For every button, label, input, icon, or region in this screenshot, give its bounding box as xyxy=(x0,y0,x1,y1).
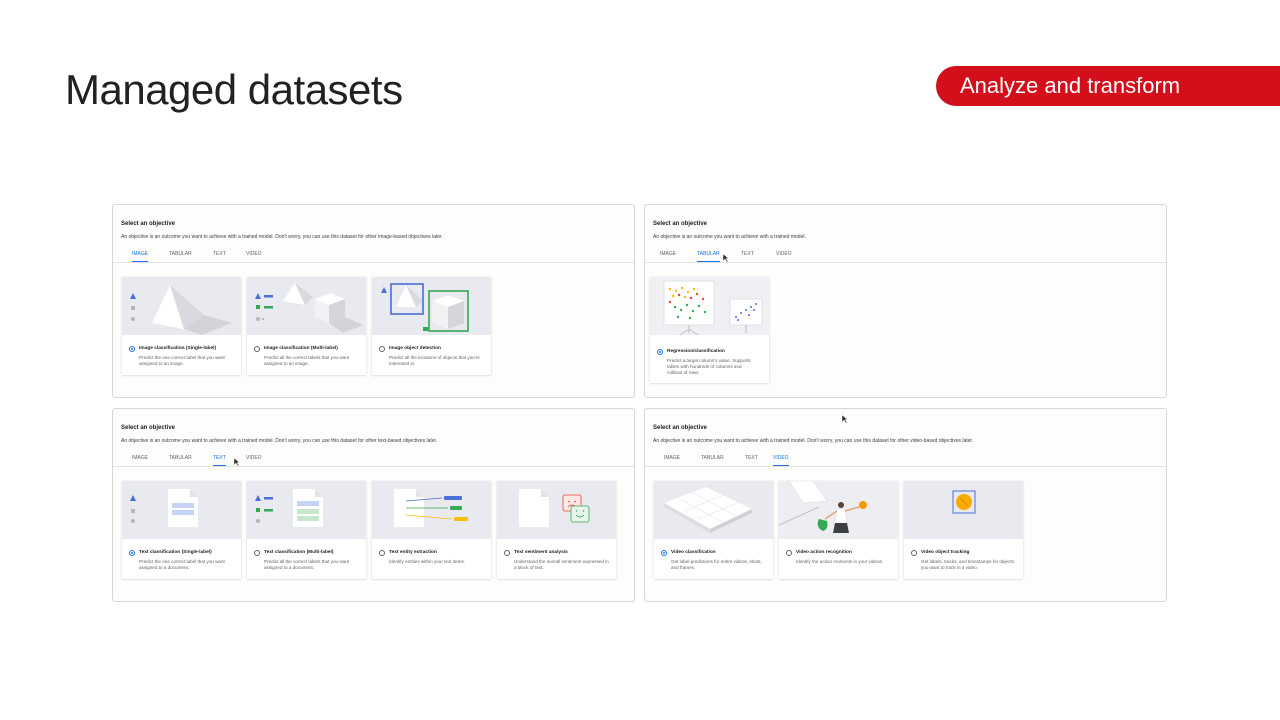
card-description: Predict all the locations of objects tha… xyxy=(389,355,480,366)
card-image-object-detection[interactable]: Image object detection Predict all the l… xyxy=(372,277,491,375)
card-description: Predict a target column's value. Support… xyxy=(667,358,751,375)
card-description: Identify the action moments in your vide… xyxy=(796,559,884,564)
multi-document-illustration xyxy=(247,481,366,539)
card-description: Predict all the correct labels that you … xyxy=(264,355,350,366)
tab-video[interactable]: VIDEO xyxy=(776,251,792,261)
card-text-classification-multi[interactable]: Text classification (Multi-label) Predic… xyxy=(247,481,366,579)
document-illustration xyxy=(122,481,241,539)
tab-tabular[interactable]: TABULAR xyxy=(169,455,192,465)
card-description: Understand the overall sentiment express… xyxy=(514,559,609,570)
tab-text[interactable]: TEXT xyxy=(213,251,226,261)
radio-button[interactable] xyxy=(379,550,385,556)
panel-description: An objective is an outcome you want to a… xyxy=(653,438,974,444)
card-title: Regression/classification xyxy=(667,349,725,354)
mouse-cursor-icon xyxy=(234,458,240,466)
tab-tabular[interactable]: TABULAR xyxy=(169,251,192,261)
card-video-object-tracking[interactable]: Video object tracking Get labels, tracks… xyxy=(904,481,1023,579)
radio-button[interactable] xyxy=(129,550,135,556)
slide-title: Managed datasets xyxy=(65,66,403,113)
panel-title: Select an objective xyxy=(121,425,176,431)
entity-extraction-illustration xyxy=(372,481,491,539)
video-frames-illustration xyxy=(654,481,773,539)
card-description: Predict the one correct label that you w… xyxy=(139,559,225,570)
text-objective-panel: Select an objective An objective is an o… xyxy=(112,408,635,602)
card-title: Text entity extraction xyxy=(389,550,437,555)
card-video-action-recognition[interactable]: Video action recognition Identify the ac… xyxy=(779,481,898,579)
tab-tabular[interactable]: TABULAR xyxy=(697,251,720,262)
tab-image[interactable]: IMAGE xyxy=(132,251,149,262)
card-description: Get label predictions for entire videos,… xyxy=(671,559,762,570)
tab-video[interactable]: VIDEO xyxy=(246,455,262,465)
multi-shape-illustration xyxy=(247,277,366,335)
mouse-cursor-icon xyxy=(842,415,848,423)
panel-description: An objective is an outcome you want to a… xyxy=(121,234,443,240)
panel-description: An objective is an outcome you want to a… xyxy=(653,234,806,240)
tab-video[interactable]: VIDEO xyxy=(246,251,262,261)
tab-text[interactable]: TEXT xyxy=(213,455,226,466)
card-description: Identify entities within your text items… xyxy=(389,559,466,564)
card-description: Get labels, tracks, and timestamps for o… xyxy=(921,559,1014,570)
card-title: Video object tracking xyxy=(921,550,970,555)
radio-button[interactable] xyxy=(129,346,135,352)
radio-button[interactable] xyxy=(911,550,917,556)
panel-title: Select an objective xyxy=(121,221,176,227)
card-title: Image classification (Multi-label) xyxy=(264,346,338,351)
card-video-classification[interactable]: Video classification Get label predictio… xyxy=(654,481,773,579)
radio-button[interactable] xyxy=(504,550,510,556)
tab-bar: IMAGE TABULAR TEXT VIDEO xyxy=(113,453,634,467)
card-text-sentiment-analysis[interactable]: Text sentiment analysis Understand the o… xyxy=(497,481,616,579)
panel-description: An objective is an outcome you want to a… xyxy=(121,438,438,444)
tab-image[interactable]: IMAGE xyxy=(132,455,148,465)
object-detection-illustration xyxy=(372,277,491,335)
card-image-classification-single[interactable]: Image classification (Single-label) Pred… xyxy=(122,277,241,375)
pyramid-illustration xyxy=(122,277,241,335)
tab-tabular[interactable]: TABULAR xyxy=(701,455,724,465)
radio-button[interactable] xyxy=(661,550,667,556)
scatter-board-illustration xyxy=(650,277,769,335)
image-objective-panel: Select an objective An objective is an o… xyxy=(112,204,635,398)
action-person-illustration xyxy=(779,481,898,539)
section-label: Analyze and transform xyxy=(936,66,1280,106)
tab-video[interactable]: VIDEO xyxy=(773,455,789,466)
card-title: Image classification (Single-label) xyxy=(139,346,217,351)
tab-image[interactable]: IMAGE xyxy=(660,251,676,261)
tab-bar: IMAGE TABULAR TEXT VIDEO xyxy=(113,249,634,263)
card-title: Video classification xyxy=(671,550,716,555)
video-objective-panel: Select an objective An objective is an o… xyxy=(644,408,1167,602)
object-tracking-illustration xyxy=(904,481,1023,539)
tab-image[interactable]: IMAGE xyxy=(664,455,680,465)
tab-text[interactable]: TEXT xyxy=(745,455,758,465)
radio-button[interactable] xyxy=(254,550,260,556)
card-description: Predict the one correct label that you w… xyxy=(139,355,225,366)
radio-button[interactable] xyxy=(786,550,792,556)
radio-button[interactable] xyxy=(657,349,663,355)
panel-title: Select an objective xyxy=(653,221,708,227)
card-title: Text classification (Multi-label) xyxy=(264,550,334,555)
panel-title: Select an objective xyxy=(653,425,708,431)
radio-button[interactable] xyxy=(254,346,260,352)
slide: Managed datasets Analyze and transform S… xyxy=(0,0,1280,720)
card-text-entity-extraction[interactable]: Text entity extraction Identify entities… xyxy=(372,481,491,579)
sentiment-illustration xyxy=(497,481,616,539)
card-title: Text sentiment analysis xyxy=(514,550,568,555)
mouse-cursor-icon xyxy=(723,254,729,262)
card-regression-classification[interactable]: Regression/classification Predict a targ… xyxy=(650,277,769,383)
radio-button[interactable] xyxy=(379,346,385,352)
tab-text[interactable]: TEXT xyxy=(741,251,754,261)
card-image-classification-multi[interactable]: Image classification (Multi-label) Predi… xyxy=(247,277,366,375)
card-description: Predict all the correct labels that you … xyxy=(264,559,350,570)
card-title: Image object detection xyxy=(389,346,441,351)
card-title: Text classification (Single-label) xyxy=(139,550,212,555)
tabular-objective-panel: Select an objective An objective is an o… xyxy=(644,204,1167,398)
card-title: Video action recognition xyxy=(796,550,852,555)
tab-bar: IMAGE TABULAR TEXT VIDEO xyxy=(645,453,1166,467)
card-text-classification-single[interactable]: Text classification (Single-label) Predi… xyxy=(122,481,241,579)
